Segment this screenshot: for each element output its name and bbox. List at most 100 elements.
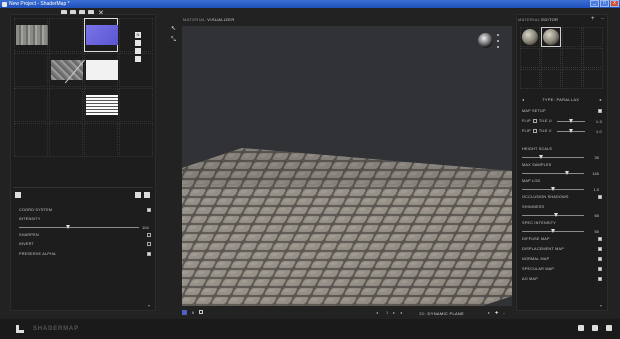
resize-tool-icon[interactable]: ⤡ xyxy=(171,37,176,43)
material-slot[interactable] xyxy=(541,69,561,89)
map-slot[interactable] xyxy=(14,88,48,122)
sphere-icon[interactable] xyxy=(592,325,598,331)
light-gizmo[interactable] xyxy=(477,31,499,53)
remove-material-button[interactable]: ‒ xyxy=(601,16,604,22)
chart-icon[interactable] xyxy=(135,192,141,198)
tile-v-knob[interactable] xyxy=(568,128,573,133)
map-slot[interactable] xyxy=(49,18,83,52)
shininess-knob[interactable] xyxy=(554,212,559,217)
material-slot[interactable] xyxy=(520,48,540,68)
intensity-track[interactable] xyxy=(19,224,139,229)
coord-system-icon[interactable] xyxy=(147,207,151,212)
preserve-alpha-checkbox[interactable] xyxy=(147,251,151,256)
ao-map-checkbox[interactable] xyxy=(598,277,602,281)
rotate-icon[interactable] xyxy=(182,310,187,315)
map-slot[interactable] xyxy=(84,88,118,122)
scroll-down-icon[interactable]: ▾ xyxy=(148,303,150,308)
map-setup-icon[interactable] xyxy=(598,109,602,113)
tile-u-knob[interactable] xyxy=(568,118,573,123)
map-slot[interactable] xyxy=(49,88,83,122)
specular-thumbnail[interactable] xyxy=(86,95,118,115)
intensity-slider[interactable]: 104 xyxy=(19,224,151,230)
normal-map-checkbox[interactable] xyxy=(598,257,602,261)
pause-icon[interactable]: II xyxy=(192,310,194,315)
maximize-button[interactable]: □ xyxy=(600,0,609,7)
material-slot[interactable] xyxy=(583,27,603,47)
save-icon[interactable] xyxy=(144,192,150,198)
map-slot-selected[interactable] xyxy=(84,18,118,52)
map-slot[interactable] xyxy=(49,123,83,157)
dynamic-plane-label[interactable]: 3D: DYNAMIC PLANE xyxy=(419,311,464,316)
light-sphere-icon[interactable] xyxy=(478,33,493,48)
add-material-button[interactable]: + xyxy=(591,16,595,22)
map-slot[interactable] xyxy=(14,123,48,157)
material-type-selector[interactable]: ◂ TYPE: PARALLAX ▸ xyxy=(520,97,604,103)
map-slot[interactable] xyxy=(84,53,118,87)
type-prev-icon[interactable]: ◂ xyxy=(522,97,524,102)
render-icon[interactable] xyxy=(578,325,584,331)
ao-thumbnail[interactable] xyxy=(86,60,118,80)
height-scale-knob[interactable] xyxy=(538,154,543,159)
node-link-icon[interactable] xyxy=(135,48,141,54)
max-samples-knob[interactable] xyxy=(564,170,569,175)
height-scale-track[interactable] xyxy=(522,154,584,159)
node-save-icon[interactable] xyxy=(135,56,141,62)
invert-checkbox[interactable] xyxy=(147,242,151,247)
material-slot[interactable] xyxy=(520,69,540,89)
gizmo-dot[interactable] xyxy=(497,34,499,36)
diffuse-thumbnail[interactable] xyxy=(16,25,48,45)
spec-intensity-knob[interactable] xyxy=(551,228,555,233)
shininess-track[interactable] xyxy=(522,212,584,217)
material-slot[interactable] xyxy=(562,48,582,68)
flip-u-checkbox[interactable] xyxy=(532,119,537,123)
map-slot[interactable] xyxy=(84,123,118,157)
scroll-down-icon[interactable]: ▾ xyxy=(600,303,602,308)
select-tool-icon[interactable]: ↖ xyxy=(171,26,176,32)
3d-viewport[interactable] xyxy=(182,26,512,306)
material-slot[interactable] xyxy=(562,69,582,89)
occlusion-shadows-checkbox[interactable] xyxy=(598,195,602,199)
displacement-thumbnail[interactable] xyxy=(51,60,83,80)
diffuse-map-checkbox[interactable] xyxy=(598,237,602,241)
tile-u-slider[interactable] xyxy=(556,118,585,123)
material-ball-icon[interactable] xyxy=(543,29,559,45)
map-lod-knob[interactable] xyxy=(551,186,555,191)
add-button[interactable]: ✚ xyxy=(495,310,498,315)
tile-v-slider[interactable] xyxy=(556,128,585,133)
nav-next-button[interactable]: ▸ xyxy=(393,310,395,315)
specular-map-checkbox[interactable] xyxy=(598,267,602,271)
material-slot[interactable] xyxy=(541,48,561,68)
close-button[interactable]: x xyxy=(610,0,619,7)
map-slot[interactable] xyxy=(119,88,153,122)
minimize-button[interactable]: _ xyxy=(590,0,599,7)
map-slot[interactable] xyxy=(14,18,48,52)
material-slot[interactable] xyxy=(583,48,603,68)
mode-next-button[interactable]: ▸ xyxy=(488,310,490,315)
material-slot[interactable] xyxy=(583,69,603,89)
max-samples-track[interactable] xyxy=(522,170,584,175)
intensity-knob[interactable] xyxy=(66,224,71,229)
node-n-button[interactable]: N xyxy=(135,32,141,38)
material-ball-icon[interactable] xyxy=(522,29,538,45)
remove-button[interactable]: ‒ xyxy=(503,310,505,315)
spec-intensity-track[interactable] xyxy=(522,228,584,233)
map-lod-track[interactable] xyxy=(522,186,584,191)
gizmo-dot[interactable] xyxy=(497,46,499,48)
frame-icon[interactable] xyxy=(199,310,203,314)
material-slot-selected[interactable] xyxy=(541,27,561,47)
normal-map-thumbnail[interactable] xyxy=(86,25,118,45)
displacement-map-checkbox[interactable] xyxy=(598,247,602,251)
node-gear-icon[interactable] xyxy=(135,40,141,46)
material-slot[interactable] xyxy=(520,27,540,47)
map-slot[interactable] xyxy=(119,123,153,157)
flip-v-checkbox[interactable] xyxy=(532,129,537,133)
gizmo-dot[interactable] xyxy=(497,40,499,42)
image-icon[interactable] xyxy=(15,192,21,198)
type-next-icon[interactable]: ▸ xyxy=(600,97,602,102)
nav-back-button[interactable]: ◂ xyxy=(400,310,402,315)
material-slot[interactable] xyxy=(562,27,582,47)
exit-icon[interactable] xyxy=(606,325,612,331)
sharpen-checkbox[interactable] xyxy=(147,232,151,237)
nav-prev-button[interactable]: ◂ xyxy=(376,310,378,315)
map-slot[interactable] xyxy=(14,53,48,87)
